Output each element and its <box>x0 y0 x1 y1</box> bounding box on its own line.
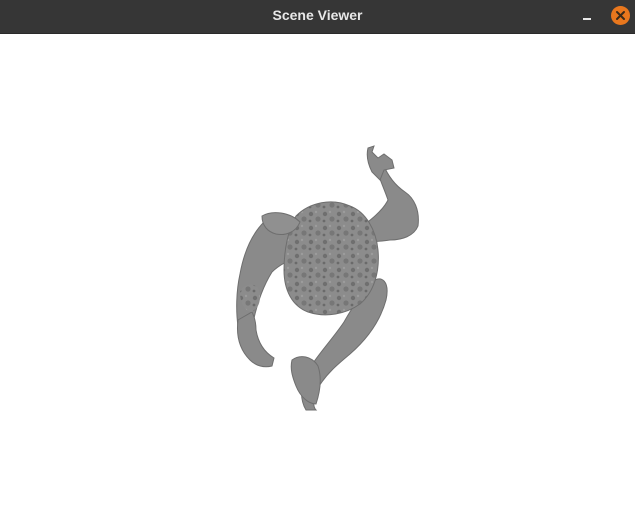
scene-viewer-window: Scene Viewer <box>0 0 635 512</box>
minimize-button[interactable] <box>577 7 597 25</box>
3d-viewport[interactable] <box>0 34 635 512</box>
window-title: Scene Viewer <box>272 7 363 23</box>
close-icon <box>616 11 625 20</box>
close-button[interactable] <box>611 6 630 25</box>
minimize-icon <box>583 18 591 20</box>
title-bar[interactable]: Scene Viewer <box>0 0 635 34</box>
human-mesh-model <box>236 145 419 411</box>
